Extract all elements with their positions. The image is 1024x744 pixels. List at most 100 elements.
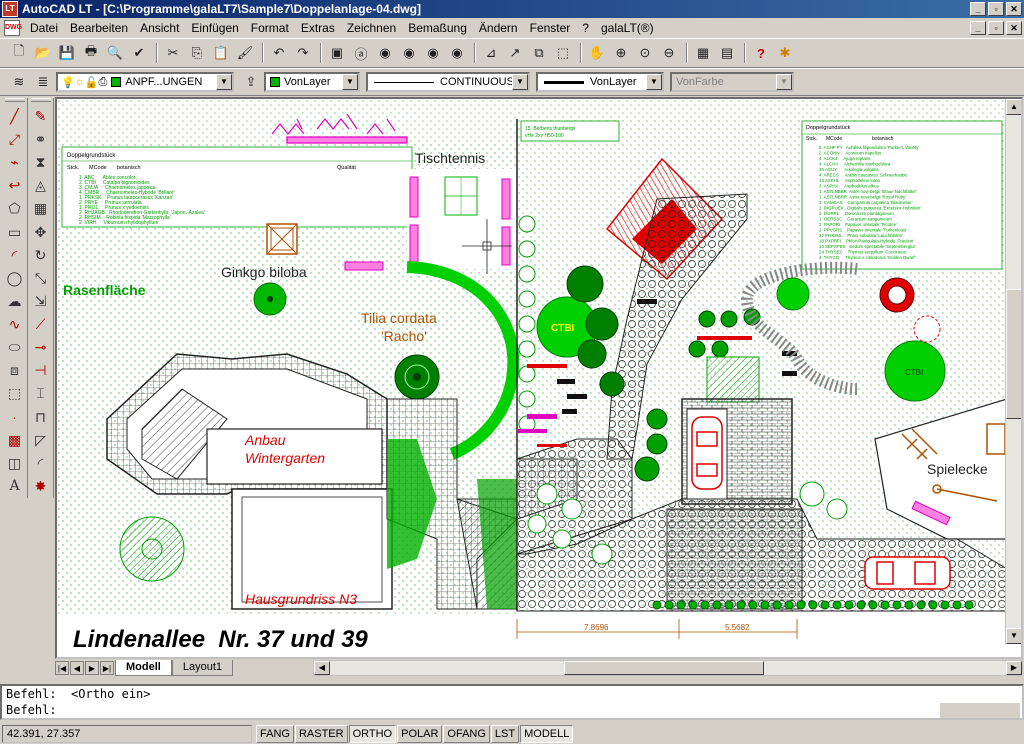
copy-icon[interactable]: ⎘ [186,42,208,64]
scroll-right-icon[interactable]: ▶ [1006,661,1022,675]
help-icon[interactable]: ? [750,42,772,64]
vertical-scrollbar[interactable]: ▲ ▼ [1005,99,1021,644]
adcenter-icon[interactable]: ▤ [716,42,738,64]
explode-tool-icon[interactable]: ✸ [30,476,52,497]
extend-tool-icon[interactable]: ⊣ [30,360,52,381]
circle-tool-icon[interactable]: ◯ [4,268,26,289]
tab-last-icon[interactable]: ▶| [100,661,114,675]
document-icon[interactable]: DWG [4,20,22,36]
tab-next-icon[interactable]: ▶ [85,661,99,675]
minimize-button[interactable]: _ [970,2,986,16]
xline-tool-icon[interactable]: ⤢ [4,129,26,150]
doc-maximize-button[interactable]: ▫ [988,21,1004,35]
menu-galalt[interactable]: galaLT(®) [595,21,660,35]
line-tool-icon[interactable]: ╱ [4,106,26,127]
properties-icon[interactable]: ▦ [692,42,714,64]
command-scrollbar[interactable] [940,703,1020,718]
menu-ansicht[interactable]: Ansicht [134,21,185,35]
layer-manager-icon[interactable]: ≋ [8,71,30,93]
tab-prev-icon[interactable]: ◀ [70,661,84,675]
arc-tool-icon[interactable]: ◜ [4,245,26,266]
cad-tool-4-icon[interactable]: ◉ [446,42,468,64]
scroll-up-icon[interactable]: ▲ [1006,99,1021,115]
hatch-tool-icon[interactable]: ▩ [4,430,26,451]
multiline-text-icon[interactable]: A [4,476,26,497]
cad-tool-1-icon[interactable]: ◉ [374,42,396,64]
polyline-tool-icon[interactable]: ⌁ [4,152,26,173]
point-tool-icon[interactable]: · [4,407,26,428]
chevron-down-icon[interactable]: ▼ [512,74,528,90]
chevron-down-icon[interactable]: ▼ [216,74,232,90]
polygon-tool-icon[interactable]: ⬠ [4,198,26,219]
fillet-tool-icon[interactable]: ◜ [30,453,52,474]
chevron-down-icon[interactable]: ▼ [342,74,358,90]
revcloud-tool-icon[interactable]: ☁ [4,291,26,312]
draworder-icon[interactable]: ⬚ [552,42,574,64]
menu-aendern[interactable]: Ändern [473,21,524,35]
galalt-plugin-icon[interactable]: ✱ [774,42,796,64]
spell-check-icon[interactable]: ✔ [128,42,150,64]
menu-bearbeiten[interactable]: Bearbeiten [64,21,134,35]
array-tool-icon[interactable]: ▦ [30,198,52,219]
cut-icon[interactable]: ✂ [162,42,184,64]
status-ofang-button[interactable]: OFANG [443,724,490,743]
menu-fenster[interactable]: Fenster [524,21,577,35]
copy-tool-icon[interactable]: ⚭ [30,129,52,150]
drawing-canvas[interactable]: Doppelgrundstück Stck. MCode botanisch Q… [55,97,1023,659]
status-lst-button[interactable]: LST [490,724,520,743]
horizontal-scroll-thumb[interactable] [564,661,764,675]
tab-modell[interactable]: Modell [115,660,172,676]
menu-extras[interactable]: Extras [295,21,341,35]
maximize-button[interactable]: ▫ [988,2,1004,16]
lengthen-tool-icon[interactable]: ⟋ [30,314,52,335]
chevron-down-icon[interactable]: ▼ [646,74,662,90]
lineweight-dropdown[interactable]: VonLayer ▼ [536,72,664,92]
print-preview-icon[interactable]: 🔍 [104,42,126,64]
menu-bemassung[interactable]: Bemaßung [402,21,473,35]
cad-tool-3-icon[interactable]: ◉ [422,42,444,64]
offset-tool-icon[interactable]: ◬ [30,175,52,196]
tab-layout1[interactable]: Layout1 [171,660,233,676]
open-file-icon[interactable]: 📂 [32,42,54,64]
stretch-tool-icon[interactable]: ⇲ [30,291,52,312]
new-file-icon[interactable]: 🗋 [8,42,30,64]
layer-previous-icon[interactable]: ≣ [32,71,54,93]
break-tool-icon[interactable]: ⌶ [30,383,52,404]
linetype-dropdown[interactable]: CONTINUOUS ▼ [366,72,530,92]
toolbar-grip[interactable] [30,98,51,102]
trim-tool-icon[interactable]: ⊸ [30,337,52,358]
doc-minimize-button[interactable]: _ [970,21,986,35]
undo-icon[interactable]: ↶ [268,42,290,64]
spline-tool-icon[interactable]: ∿ [4,314,26,335]
scroll-down-icon[interactable]: ▼ [1006,628,1021,644]
status-fang-button[interactable]: FANG [256,724,294,743]
status-raster-button[interactable]: RASTER [294,724,348,743]
paste-icon[interactable]: 📋 [210,42,232,64]
match-properties-icon[interactable]: 🖌 [234,42,256,64]
coordinate-display[interactable]: 42.391, 27.357 [2,724,252,743]
rectangle-tool-icon[interactable]: ▭ [4,222,26,243]
print-icon[interactable]: 🖶 [80,42,102,64]
cad-tool-2-icon[interactable]: ◉ [398,42,420,64]
zoom-window-icon[interactable]: ⊙ [634,42,656,64]
region-tool-icon[interactable]: ◫ [4,453,26,474]
save-icon[interactable]: 💾 [56,42,78,64]
color-dropdown[interactable]: VonLayer ▼ [264,72,360,92]
ucs-icon[interactable]: ⊿ [480,42,502,64]
chamfer-tool-icon[interactable]: ◸ [30,430,52,451]
menu-zeichnen[interactable]: Zeichnen [341,21,402,35]
scale-tool-icon[interactable]: ⤡ [30,268,52,289]
distance-icon[interactable]: ↗ [504,42,526,64]
menu-help[interactable]: ? [576,21,595,35]
make-current-layer-icon[interactable]: ⇪ [240,71,262,93]
autocad-app-icon[interactable]: LT [2,1,18,17]
vertical-scroll-thumb[interactable] [1006,289,1021,419]
make-block-icon[interactable]: ⬚ [4,383,26,404]
hyperlink-icon[interactable]: ⓐ [350,42,372,64]
zoom-previous-icon[interactable]: ⊖ [658,42,680,64]
command-prompt[interactable]: Befehl: [2,702,1022,718]
close-button[interactable]: ✕ [1006,2,1022,16]
toolbar-grip[interactable] [4,98,25,102]
move-tool-icon[interactable]: ✥ [30,222,52,243]
scroll-left-icon[interactable]: ◀ [314,661,330,675]
